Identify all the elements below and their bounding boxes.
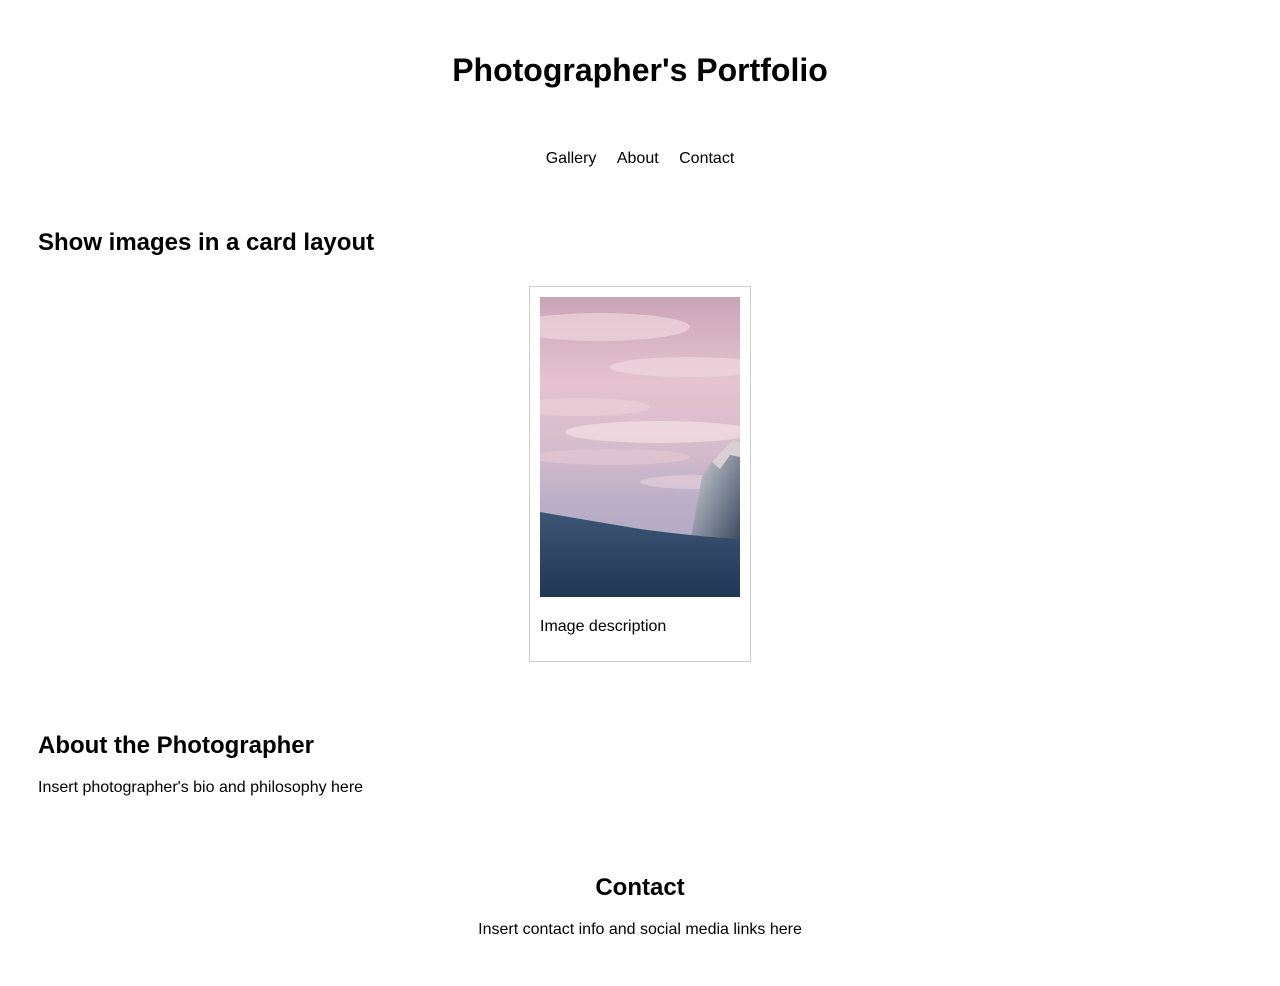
site-title: Photographer's Portfolio	[452, 52, 828, 88]
image-card: Image description	[529, 286, 751, 662]
nav-link-gallery[interactable]: Gallery	[546, 149, 597, 169]
contact-text: Insert contact info and social media lin…	[478, 921, 802, 938]
main-nav: Gallery About Contact	[0, 149, 1280, 169]
gallery-heading: Show images in a card layout	[38, 229, 375, 256]
contact-heading: Contact	[595, 874, 685, 901]
nav-link-about[interactable]: About	[617, 149, 659, 169]
card-caption: Image description	[540, 618, 667, 635]
about-text: Insert photographer's bio and philosophy…	[38, 779, 364, 796]
nav-link-contact[interactable]: Contact	[679, 149, 734, 169]
card-image[interactable]	[540, 297, 740, 597]
about-heading: About the Photographer	[38, 732, 314, 759]
